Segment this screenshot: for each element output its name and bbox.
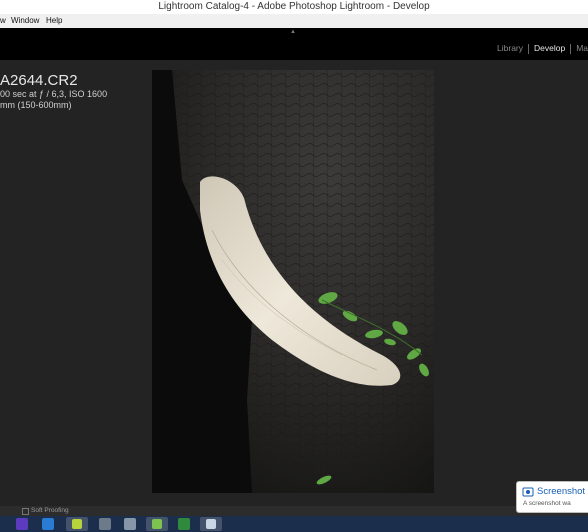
elephant-photo[interactable] xyxy=(152,70,434,493)
taskbar-app-icon[interactable] xyxy=(42,518,54,530)
taskbar-app-icon[interactable] xyxy=(124,518,136,530)
screenshot-notification-icon xyxy=(522,487,534,497)
module-map[interactable]: Ma xyxy=(576,43,588,53)
taskbar-app-icon[interactable] xyxy=(152,519,162,529)
screenshot-notification[interactable]: Screenshot A screenshot wa xyxy=(516,481,588,513)
taskbar-app-icon[interactable] xyxy=(178,518,190,530)
menu-item-window[interactable]: Window xyxy=(11,14,39,28)
module-develop[interactable]: Develop xyxy=(534,43,565,53)
menu-item-view[interactable]: w xyxy=(0,14,6,28)
menu-item-help[interactable]: Help xyxy=(46,14,62,28)
window-title: Lightroom Catalog-4 - Adobe Photoshop Li… xyxy=(0,0,588,14)
photo-exposure: 00 sec at ƒ / 6,3, ISO 1600 xyxy=(0,89,108,99)
module-library[interactable]: Library xyxy=(497,43,523,53)
photo-info-overlay: A2644.CR2 00 sec at ƒ / 6,3, ISO 1600 mm… xyxy=(0,72,107,111)
module-separator xyxy=(528,43,529,54)
photo-lens: mm (150-600mm) xyxy=(0,100,72,110)
taskbar-app-icon[interactable] xyxy=(72,519,82,529)
taskbar-app-icon[interactable] xyxy=(99,518,111,530)
notification-text: A screenshot wa xyxy=(523,500,571,507)
taskbar-app-icon[interactable] xyxy=(16,518,28,530)
notification-title: Screenshot xyxy=(537,486,586,497)
menu-bar: w Window Help xyxy=(0,14,588,28)
taskbar xyxy=(0,516,588,532)
collapse-panel-icon[interactable]: ▲ xyxy=(290,29,296,35)
module-picker: Library Develop Ma xyxy=(497,43,588,54)
taskbar-app-icon[interactable] xyxy=(206,519,216,529)
module-separator xyxy=(570,43,572,54)
module-picker-panel: ▲ Library Develop Ma xyxy=(0,28,588,60)
photo-filename: A2644.CR2 xyxy=(0,72,78,89)
develop-toolbar: Soft Proofing xyxy=(0,506,588,516)
soft-proofing-checkbox[interactable] xyxy=(22,508,29,515)
soft-proofing-label: Soft Proofing xyxy=(31,507,69,514)
